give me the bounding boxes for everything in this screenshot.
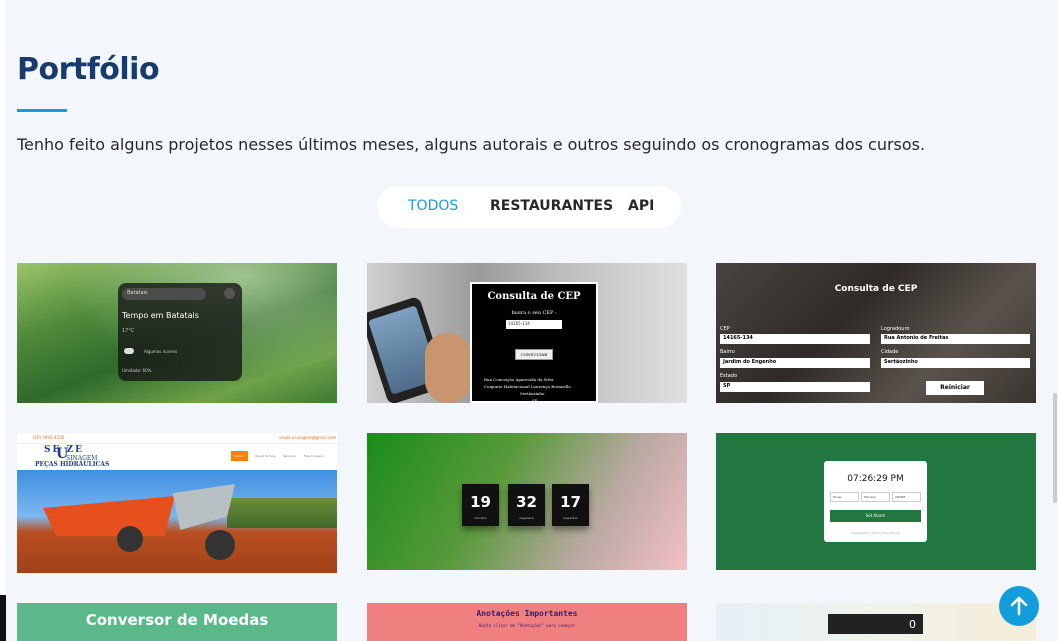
countdown-value-2: 32 <box>516 493 537 511</box>
arrow-up-icon <box>1010 596 1028 616</box>
label-estado: Estado <box>720 373 738 379</box>
reiniciar-button[interactable]: Reiniciar <box>926 381 984 395</box>
select-hours-label: Horas <box>833 495 842 499</box>
section-title: Portfólio <box>17 52 160 87</box>
cep-input-value: 14165-134 <box>508 321 530 326</box>
portfolio-card-countdown[interactable]: 19 minutos 32 segundos 17 segundos <box>367 433 687 570</box>
field-cep[interactable]: 14165-134 <box>720 334 870 344</box>
select-minutes-label: Minutos <box>864 495 876 499</box>
anotacoes-sub: Basta clicar em "Anotações" para começar <box>478 623 576 628</box>
field-cep-value: 14165-134 <box>723 335 753 341</box>
countdown-label-1: minutos <box>474 516 487 520</box>
countdown-label-3: segundos <box>563 516 578 520</box>
portfolio-card-cep-phone[interactable]: Consulta de CEP Insira o seu CEP : 14165… <box>367 263 687 403</box>
field-cidade-value: Sertãozinho <box>884 359 918 365</box>
portfolio-filters: TODOS RESTAURANTES API <box>377 186 681 228</box>
scrollbar-thumb[interactable] <box>1053 393 1057 503</box>
nav-home[interactable]: Home <box>231 451 248 461</box>
cep-form-title: Consulta de CEP <box>834 284 918 294</box>
field-estado[interactable]: SP <box>720 382 870 392</box>
title-underline <box>17 109 67 112</box>
field-logradouro-value: Rua Antonio de Freitas <box>884 335 949 341</box>
weather-panel: Batatais Tempo em Batatais 17°C Algumas … <box>118 283 242 381</box>
cep-title: Consulta de CEP <box>487 291 581 302</box>
window-edge <box>0 595 6 641</box>
alarm-time: 07:26:29 PM <box>847 474 904 484</box>
countdown-box-3: 17 segundos <box>552 484 589 526</box>
weather-title: Tempo em Batatais <box>122 311 199 320</box>
counter-display: 0 <box>828 614 923 634</box>
field-cidade[interactable]: Sertãozinho <box>881 358 1030 368</box>
countdown-box-1: 19 minutos <box>462 484 499 526</box>
cep-prompt: Insira o seu CEP : <box>511 310 557 316</box>
field-logradouro[interactable]: Rua Antonio de Freitas <box>881 334 1030 344</box>
counter-value: 0 <box>909 618 916 631</box>
countdown-value-1: 19 <box>470 493 491 511</box>
portfolio-card-usinagem[interactable]: (16) 3942-4530 seuze.usinagem@gmail.com … <box>17 433 337 573</box>
scroll-top-button[interactable] <box>999 586 1039 626</box>
weather-condition: Algumas nuvens <box>144 349 178 354</box>
countdown-box-2: 32 segundos <box>508 484 545 526</box>
label-cep: CEP <box>720 326 730 332</box>
filter-api[interactable]: API <box>628 198 654 214</box>
portfolio-card-cep-form[interactable]: Consulta de CEP CEP 14165-134 Bairro Jar… <box>716 263 1036 403</box>
brand-sub: PEÇAS HIDRÁULICAS <box>35 461 110 468</box>
portfolio-card-anotacoes[interactable]: Anotações Importantes Basta clicar em "A… <box>367 603 687 641</box>
select-ampm[interactable]: AM/PM <box>892 492 921 502</box>
filter-restaurantes[interactable]: RESTAURANTES <box>490 198 613 214</box>
moedas-title: Conversor de Moedas <box>85 611 269 629</box>
weather-search-text: Batatais <box>127 290 148 296</box>
portfolio-card-alarm[interactable]: 07:26:29 PM Horas Minutos AM/PM Set Alar… <box>716 433 1036 570</box>
search-icon[interactable] <box>224 288 235 299</box>
consultar-label: CONSULTAR <box>520 352 548 357</box>
portfolio-card-counter[interactable]: 0 <box>716 603 1036 641</box>
alarm-panel: 07:26:29 PM Horas Minutos AM/PM Set Alar… <box>824 461 927 542</box>
cep-result-1: Rua Conceição Aparecida da Silva <box>484 377 554 382</box>
nav-fale-conosco[interactable]: Fale Conosco <box>304 454 324 458</box>
weather-search-input[interactable]: Batatais <box>122 288 206 300</box>
alarm-footer: Copyright © Alarm Clock Online <box>851 531 900 535</box>
cloud-icon <box>124 348 134 354</box>
cep-result-2: Conjunto Habitacional Lourenço Boranello <box>484 384 571 389</box>
hand-image <box>425 333 471 403</box>
label-cidade: Cidade <box>881 349 899 355</box>
portfolio-card-moedas[interactable]: Conversor de Moedas <box>17 603 337 641</box>
nav-servicos[interactable]: Serviços <box>283 454 296 458</box>
countdown-label-2: segundos <box>519 516 534 520</box>
usinagem-topbar: (16) 3942-4530 seuze.usinagem@gmail.com <box>17 433 337 444</box>
select-ampm-label: AM/PM <box>895 495 906 499</box>
set-alarm-button[interactable]: Set Alarm <box>830 510 921 522</box>
nav-quem-somos[interactable]: Quem Somos <box>255 454 275 458</box>
field-estado-value: SP <box>723 383 731 389</box>
cep-result-3: Sertãozinho <box>520 391 545 396</box>
page-edge <box>0 0 5 641</box>
label-logradouro: Logradouro <box>881 326 910 332</box>
cep-input[interactable]: 14165-134 <box>506 320 562 329</box>
field-bairro[interactable]: Jardim do Engenho <box>720 358 870 368</box>
cep-panel: Consulta de CEP Insira o seu CEP : 14165… <box>470 282 598 403</box>
cep-result-4: SP <box>532 398 538 403</box>
countdown-value-3: 17 <box>560 493 581 511</box>
select-hours[interactable]: Horas <box>830 492 859 502</box>
harvester-image <box>43 496 175 536</box>
weather-temp: 17°C <box>122 328 135 334</box>
phone-text: (16) 3942-4530 <box>33 435 65 440</box>
portfolio-card-weather[interactable]: Batatais Tempo em Batatais 17°C Algumas … <box>17 263 337 403</box>
set-alarm-label: Set Alarm <box>865 513 886 518</box>
nav-home-label: Home <box>234 454 243 458</box>
weather-humidity: Umidade: 60% <box>122 368 152 373</box>
field-bairro-value: Jardim do Engenho <box>723 359 777 365</box>
anotacoes-title: Anotações Importantes <box>476 609 578 618</box>
label-bairro: Bairro <box>720 349 735 355</box>
section-description: Tenho feito alguns projetos nesses últim… <box>17 135 926 154</box>
select-minutes[interactable]: Minutos <box>861 492 890 502</box>
hero-image <box>17 470 337 573</box>
filter-todos[interactable]: TODOS <box>408 198 458 214</box>
email-text: seuze.usinagem@gmail.com <box>279 435 337 440</box>
consultar-button[interactable]: CONSULTAR <box>515 349 553 360</box>
reiniciar-label: Reiniciar <box>940 384 970 391</box>
